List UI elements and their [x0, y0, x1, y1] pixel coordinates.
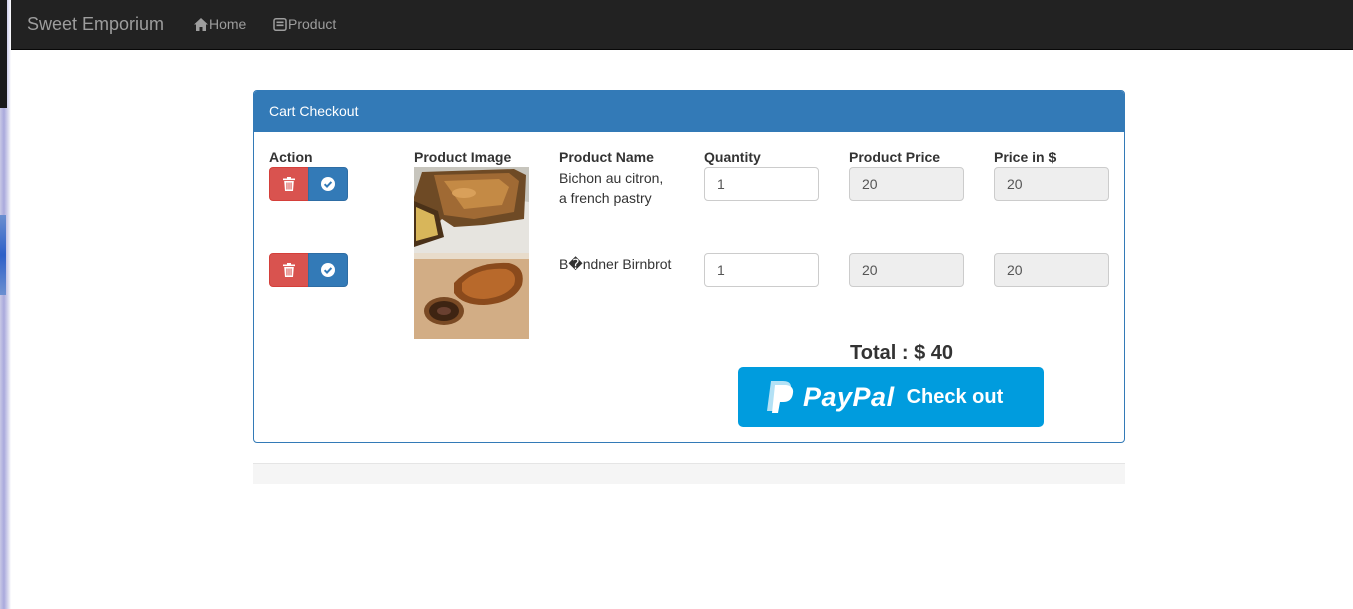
row-2-product-name: B�ndner Birnbrot: [559, 256, 672, 272]
navbar: Sweet Emporium Home Product: [11, 0, 1353, 50]
paypal-logo-icon: [767, 381, 794, 413]
row-2-product-price-field: 20: [849, 253, 964, 287]
column-header-quantity: Quantity: [704, 149, 761, 165]
row-2-action-buttons: [269, 253, 348, 287]
panel-title: Cart Checkout: [254, 91, 1124, 132]
row-2-price-field: 20: [994, 253, 1109, 287]
nav-home-label: Home: [209, 16, 247, 32]
check-circle-icon: [321, 263, 335, 277]
nav-home-link[interactable]: Home: [194, 16, 246, 32]
footer-bar: [253, 463, 1125, 484]
paypal-checkout-button[interactable]: PayPal Check out: [738, 367, 1044, 427]
row-1-product-name-line-2: a french pastry: [559, 190, 652, 206]
paypal-checkout-label: Check out: [906, 385, 1004, 408]
left-window-edge-accent: [0, 215, 6, 295]
row-1-product-name-line-1: Bichon au citron,: [559, 170, 664, 186]
row-1-quantity-input[interactable]: 1: [704, 167, 819, 201]
delete-button[interactable]: [269, 253, 309, 287]
column-header-product-name: Product Name: [559, 149, 654, 165]
row-1-product-name: Bichon au citron, a french pastry: [559, 168, 663, 208]
cart-total: Total : $ 40: [850, 342, 953, 364]
paypal-brand-text: PayPal: [803, 381, 895, 412]
product-icon: [273, 17, 287, 31]
row-1-price-field: 20: [994, 167, 1109, 201]
row-2-quantity-input[interactable]: 1: [704, 253, 819, 287]
nav-product-label: Product: [288, 16, 337, 32]
check-circle-icon: [321, 177, 335, 191]
product-image-bundner-birnbrot: [414, 253, 529, 339]
nav-product-link[interactable]: Product: [273, 16, 336, 32]
cart-checkout-panel: Cart Checkout Action Product Image Produ…: [253, 90, 1125, 443]
column-header-product-image: Product Image: [414, 149, 512, 165]
product-image-bichon-au-citron: [414, 167, 529, 253]
row-1-product-price-field: 20: [849, 167, 964, 201]
home-icon: [194, 17, 208, 31]
column-header-price: Price in $: [994, 149, 1057, 165]
left-window-edge-dark: [0, 0, 7, 108]
update-button[interactable]: [308, 167, 348, 201]
trash-icon: [283, 177, 295, 191]
column-header-product-price: Product Price: [849, 149, 941, 165]
brand-link[interactable]: Sweet Emporium: [27, 14, 164, 35]
trash-icon: [283, 263, 295, 277]
row-1-action-buttons: [269, 167, 348, 201]
delete-button[interactable]: [269, 167, 309, 201]
update-button[interactable]: [308, 253, 348, 287]
column-header-action: Action: [269, 149, 313, 165]
